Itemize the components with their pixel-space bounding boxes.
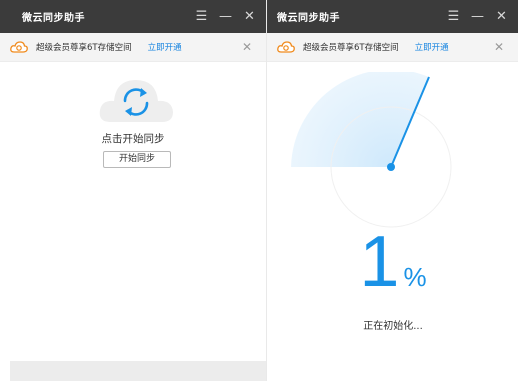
app-title: 微云同步助手 xyxy=(277,13,340,24)
close-icon[interactable]: ✕ xyxy=(243,10,256,23)
cloud-logo-icon xyxy=(10,41,28,53)
radar-sweep xyxy=(291,72,429,167)
menu-icon[interactable]: ☰ xyxy=(195,10,208,23)
app-title: 微云同步助手 xyxy=(22,13,85,24)
promo-text: 超级会员尊享6T存储空间 xyxy=(303,43,399,53)
window-controls: ☰ — ✕ xyxy=(195,0,256,33)
radar-center-dot xyxy=(387,163,395,171)
sync-window-progress: 微云同步助手 ☰ — ✕ 超级会员尊享6T存储空间 立即开通 ✕ 1% 正在初始… xyxy=(266,0,518,381)
promo-open-link[interactable]: 立即开通 xyxy=(148,41,182,53)
promo-open-link[interactable]: 立即开通 xyxy=(415,41,449,53)
promo-banner: 超级会员尊享6T存储空间 立即开通 ✕ xyxy=(0,33,266,62)
progress-radar xyxy=(291,72,452,228)
start-sync-button[interactable]: 开始同步 xyxy=(103,151,171,168)
progress-percent: 1% xyxy=(267,226,518,298)
menu-icon[interactable]: ☰ xyxy=(447,10,460,23)
title-bar[interactable]: 微云同步助手 ☰ — ✕ xyxy=(0,0,266,33)
sync-prompt-text: 点击开始同步 xyxy=(101,133,165,145)
title-bar[interactable]: 微云同步助手 ☰ — ✕ xyxy=(267,0,518,33)
promo-text: 超级会员尊享6T存储空间 xyxy=(36,43,132,53)
progress-unit: % xyxy=(403,262,427,292)
sync-cloud-icon[interactable] xyxy=(96,74,176,124)
promo-close-icon[interactable]: ✕ xyxy=(242,40,252,54)
cloud-logo-icon xyxy=(277,41,295,53)
minimize-icon[interactable]: — xyxy=(219,10,232,23)
status-text: 正在初始化... xyxy=(363,321,423,332)
close-icon[interactable]: ✕ xyxy=(495,10,508,23)
window-controls: ☰ — ✕ xyxy=(447,0,508,33)
promo-banner: 超级会员尊享6T存储空间 立即开通 ✕ xyxy=(267,33,518,62)
sync-window-idle: 微云同步助手 ☰ — ✕ 超级会员尊享6T存储空间 立即开通 ✕ 点击开始同步 … xyxy=(0,0,266,381)
footer-bar xyxy=(10,361,266,381)
minimize-icon[interactable]: — xyxy=(471,10,484,23)
progress-value: 1 xyxy=(359,222,400,302)
promo-close-icon[interactable]: ✕ xyxy=(494,40,504,54)
